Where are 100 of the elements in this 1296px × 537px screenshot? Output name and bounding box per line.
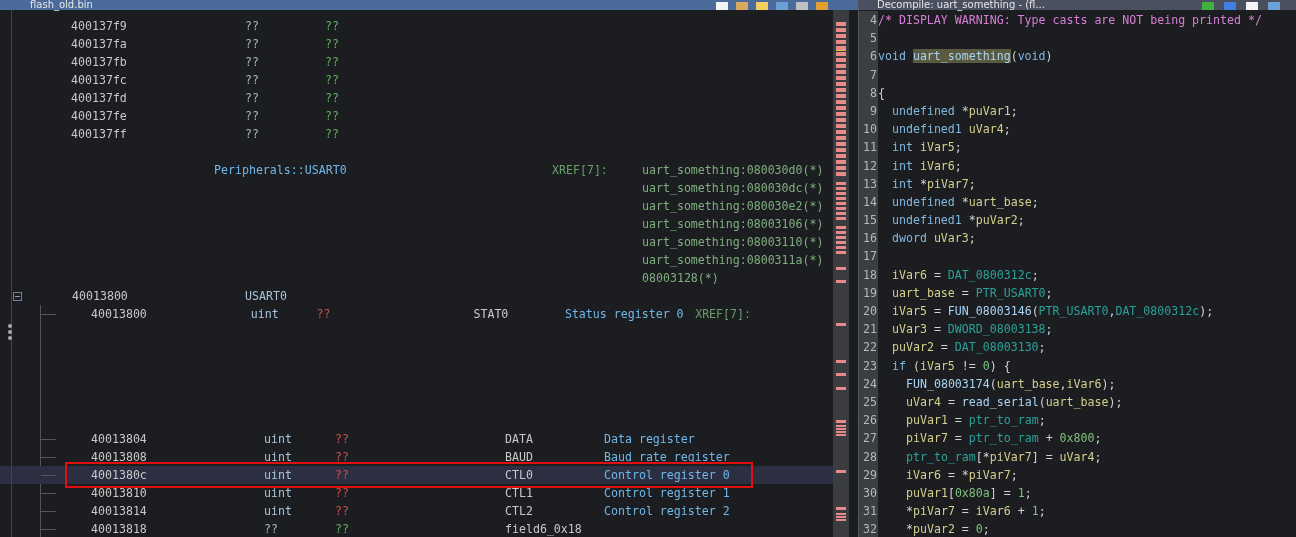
field-name: CTL2 <box>505 503 534 520</box>
line-number: 29 <box>863 466 877 484</box>
grip-icon[interactable] <box>8 324 12 340</box>
address-text: 40013800 <box>72 288 129 305</box>
code-line: int iVar6; <box>892 158 962 173</box>
code-line: undefined1 *puVar2; <box>892 213 1025 228</box>
listing-row[interactable]: 40013808 uint ?? BAUD Baud rate register <box>0 448 833 466</box>
value-text: ?? <box>325 108 339 125</box>
field-name: field6_0x18 <box>505 521 583 537</box>
line-number: 10 <box>863 121 877 139</box>
line-number: 15 <box>863 212 877 230</box>
xref-link[interactable]: uart_something:080030dc(*) <box>642 179 824 197</box>
code-line: puVar1[0x80a] = 1; <box>906 485 1032 500</box>
address-text: 400137fa <box>71 36 128 53</box>
byte-text: ?? <box>245 126 260 143</box>
code-line: int *piVar7; <box>892 176 976 191</box>
byte-text: ?? <box>245 108 260 125</box>
toolbar-icon[interactable] <box>756 2 768 10</box>
address-text: 40013804 <box>91 431 148 448</box>
code-line: undefined1 uVar4; <box>892 122 1011 137</box>
address-text: 400137fb <box>71 54 128 71</box>
field-name: DATA <box>505 431 534 448</box>
address-text: 400137f9 <box>71 18 128 35</box>
toolbar-icon[interactable] <box>1202 2 1214 10</box>
line-number: 27 <box>863 430 877 448</box>
address-text: 400137ff <box>71 126 128 143</box>
line-number: 22 <box>863 339 877 357</box>
xref-link[interactable]: uart_something:080030e2(*) <box>642 197 824 215</box>
address-text: 400137fc <box>71 72 128 89</box>
line-number: 30 <box>863 484 877 502</box>
toolbar-icon[interactable] <box>736 2 748 10</box>
line-number: 19 <box>863 284 877 302</box>
address-text: 4001380c <box>91 467 148 484</box>
listing-row[interactable]: 40013810 uint ?? CTL1 Control register 1 <box>0 484 833 502</box>
byte-text: ?? <box>245 54 260 71</box>
code-line: *puVar2 = 0; <box>906 522 990 537</box>
listing-row[interactable]: 40013818 ?? ?? field6_0x18 <box>0 520 833 537</box>
value-text: ?? <box>335 521 350 537</box>
line-number: 26 <box>863 412 877 430</box>
type-text: uint <box>264 503 293 520</box>
comment-text: Baud rate register <box>604 449 731 466</box>
code-line: { <box>878 85 885 100</box>
address-text: 40013810 <box>91 485 148 502</box>
line-number: 24 <box>863 375 877 393</box>
line-number: 18 <box>863 266 877 284</box>
code-line: *piVar7 = iVar6 + 1; <box>906 504 1046 519</box>
line-number: 32 <box>863 521 877 537</box>
xref-link[interactable]: uart_something:08003110(*) <box>642 233 824 251</box>
toolbar-icon[interactable] <box>1246 2 1258 10</box>
comment-text: Control register 1 <box>604 485 731 502</box>
value-text: ?? <box>335 431 350 448</box>
window-title: flash_old.bin <box>30 0 93 10</box>
toolbar-icon[interactable] <box>1224 2 1236 10</box>
code-line: uVar4 = read_serial(uart_base); <box>906 394 1123 409</box>
line-number: 21 <box>863 321 877 339</box>
struct-name: USART0 <box>245 288 287 305</box>
xref-link[interactable]: uart_something:080030d0(*) <box>642 161 824 179</box>
line-number: 17 <box>863 248 877 266</box>
listing-row[interactable]: 40013804 uint ?? DATA Data register <box>0 430 833 448</box>
xref-link[interactable]: uart_something:08003106(*) <box>642 215 824 233</box>
xref-link[interactable]: 08003128(*) <box>642 269 824 287</box>
listing-row[interactable]: 40013800 uint ?? STAT0 Status register 0 XREF[7]: <box>0 305 833 323</box>
line-number: 23 <box>863 357 877 375</box>
toolbar-icon[interactable] <box>716 2 728 10</box>
scroll-marker-strip[interactable] <box>833 10 849 537</box>
byte-text: ?? <box>245 90 260 107</box>
code-line: FUN_08003174(uart_base,iVar6); <box>906 376 1116 391</box>
code-line: /* DISPLAY WARNING: Type casts are NOT being printed */ <box>878 13 1262 27</box>
value-text: ?? <box>325 126 339 143</box>
code-line: undefined *uart_base; <box>892 194 1039 209</box>
listing-row[interactable]: 40013814 uint ?? CTL2 Control register 2 <box>0 502 833 520</box>
line-number: 14 <box>863 193 877 211</box>
collapse-icon[interactable] <box>13 291 22 301</box>
code-line: piVar7 = ptr_to_ram + 0x800; <box>906 431 1102 446</box>
byte-text: ?? <box>245 36 260 53</box>
type-text: ?? <box>264 521 279 537</box>
line-number: 5 <box>870 30 877 48</box>
line-number: 11 <box>863 139 877 157</box>
toolbar-icon[interactable] <box>776 2 788 10</box>
line-number: 6 <box>870 48 877 66</box>
toolbar-icon[interactable] <box>796 2 808 10</box>
code-line: iVar5 = FUN_08003146(PTR_USART0,DAT_0800312c); <box>892 304 1214 318</box>
address-text: 40013808 <box>91 449 148 466</box>
address-text: 40013818 <box>91 521 148 537</box>
type-text: uint <box>264 449 293 466</box>
toolbar-icon[interactable] <box>1268 2 1280 10</box>
code-line: undefined *puVar1; <box>892 103 1018 118</box>
value-text: ?? <box>335 449 350 466</box>
comment-text: Control register 0 <box>604 467 731 484</box>
field-name: BAUD <box>505 449 534 466</box>
code-line: void uart_something(void) <box>878 49 1053 64</box>
value-text: ?? <box>325 54 339 71</box>
toolbar-icon[interactable] <box>816 2 828 10</box>
address-text: 40013800 <box>91 306 148 323</box>
xref-link[interactable]: uart_something:0800311a(*) <box>642 251 824 269</box>
value-text: ?? <box>325 36 339 53</box>
code-line: iVar6 = *piVar7; <box>906 467 1018 482</box>
line-number: 7 <box>870 66 877 84</box>
xref-label: XREF[7]: <box>695 306 751 323</box>
window-title: Decompile: uart_something - (fl... <box>877 0 1045 10</box>
